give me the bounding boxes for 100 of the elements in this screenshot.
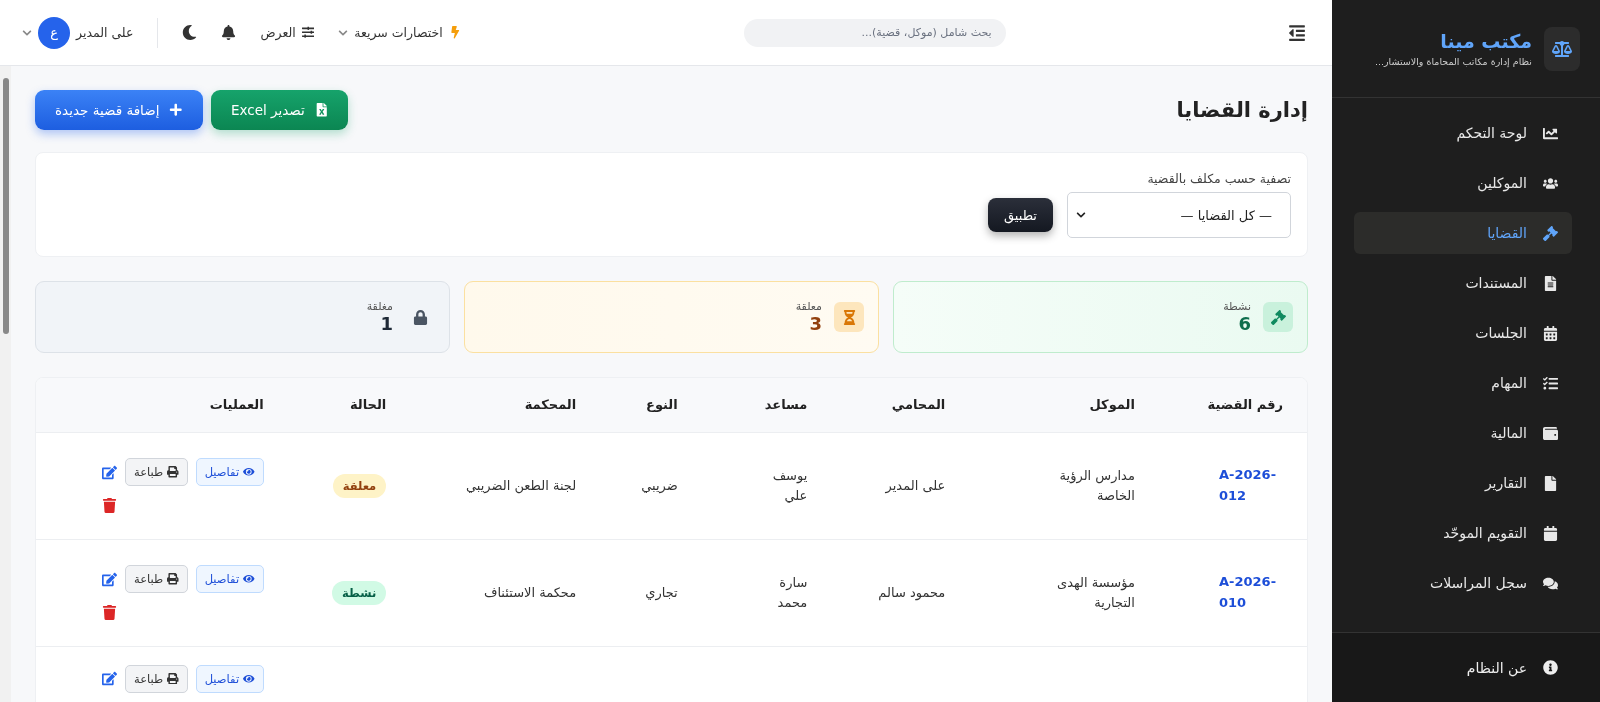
scrollbar[interactable] (0, 66, 11, 702)
spreadsheet-icon (314, 103, 329, 117)
assistant-cell-text: يوسف علي (771, 467, 808, 505)
type-cell-text: ضريبي (641, 476, 678, 496)
edit-icon[interactable] (102, 671, 117, 686)
add-case-button[interactable]: إضافة قضية جديدة (35, 90, 203, 130)
view-button[interactable]: العرض (260, 25, 315, 40)
chat-icon (1543, 575, 1558, 591)
brand-subtitle: نظام إدارة مكاتب المحاماة والاستشار... (1374, 56, 1532, 67)
plus-icon (169, 103, 183, 117)
nav-item[interactable]: سجل المراسلات (1354, 562, 1572, 604)
calendar-icon (1543, 525, 1558, 541)
caret-icon (338, 27, 349, 38)
nav-label: المالية (1490, 425, 1527, 441)
nav-label: سجل المراسلات (1430, 575, 1527, 591)
court-cell-text: لجنة الطعن الضريبي (465, 476, 577, 496)
print-button[interactable]: طباعة (125, 458, 188, 486)
search-field[interactable]: بحث شامل (موكل، قضية)... (743, 18, 1006, 47)
user-menu[interactable]: على المدير ع (22, 16, 134, 49)
bell-icon[interactable] (221, 25, 237, 40)
eye-icon (243, 573, 255, 585)
shortcuts-menu[interactable]: اختصارات سريعة (338, 25, 462, 40)
printer-icon (167, 573, 179, 585)
stat-value: 6 (1237, 313, 1251, 334)
type-cell-text: تجاري (645, 583, 678, 603)
column-header: رقم القضية (1158, 378, 1307, 432)
nav-label: لوحة التحكم (1456, 125, 1527, 141)
nav-item[interactable]: الموكلين (1354, 162, 1572, 204)
nav-label: القضايا (1487, 225, 1527, 241)
court-cell-text: محكمة الاستئناف (483, 583, 577, 602)
details-button[interactable]: تفاصيل (195, 664, 264, 693)
moon-icon[interactable] (182, 25, 198, 40)
nav-label: الجلسات (1475, 325, 1527, 341)
status-badge: معلقة (332, 473, 387, 498)
stat-label: معلقة (795, 300, 822, 313)
nav-item[interactable]: المالية (1354, 412, 1572, 454)
edit-icon[interactable] (102, 571, 117, 587)
trash-icon[interactable] (102, 605, 117, 620)
caret-icon (1076, 210, 1086, 220)
client-cell-text: مؤسسة الهدى التجارية (1056, 574, 1135, 612)
printer-icon (167, 466, 179, 478)
column-header: العمليات (36, 378, 288, 432)
user-avatar: ع (38, 16, 70, 49)
nav-label: المستندات (1465, 275, 1527, 291)
gavel-icon (1543, 225, 1558, 241)
eye-icon (243, 466, 255, 478)
nav-item[interactable]: التقويم الموحّد (1354, 512, 1572, 554)
sliders-icon (301, 26, 315, 39)
scales-icon (1544, 26, 1580, 71)
page-title: إدارة القضايا (1176, 98, 1308, 122)
client-cell-text: مدارس الرؤية الخاصة (1058, 467, 1135, 505)
case-number-link[interactable]: A-2026-012 (1219, 464, 1283, 507)
gavel-icon (1263, 302, 1293, 332)
bolt-icon (448, 26, 462, 39)
assistant-cell-text: سارة محمد (776, 574, 808, 612)
calendar-icon (1543, 325, 1558, 341)
checklist-icon (1543, 375, 1558, 391)
nav-item[interactable]: القضايا (1354, 212, 1572, 254)
users-icon (1543, 175, 1558, 191)
column-header: النوع (600, 378, 702, 432)
column-header: مساعد (701, 378, 832, 432)
nav-item[interactable]: لوحة التحكم (1354, 112, 1572, 154)
about-item[interactable]: عن النظام (1332, 632, 1600, 702)
filter-select[interactable]: — كل القضايا — (1067, 192, 1291, 238)
case-number-link[interactable]: A-2026-010 (1219, 571, 1283, 614)
menu-icon[interactable] (1288, 23, 1306, 42)
filter-label: تصفية حسب مكلف بالقضية (1146, 171, 1291, 186)
chart-icon (1543, 125, 1558, 141)
column-header: الحالة (287, 378, 411, 432)
info-icon (1543, 660, 1558, 675)
nav-item[interactable]: التقارير (1354, 462, 1572, 504)
export-button[interactable]: تصدير Excel (210, 90, 349, 130)
brand-title: مكتب مينا (1439, 30, 1532, 52)
stat-value: 3 (808, 313, 822, 334)
nav-item[interactable]: المستندات (1354, 262, 1572, 304)
nav-label: التقويم الموحّد (1443, 525, 1527, 541)
edit-icon[interactable] (102, 464, 117, 480)
lawyer-cell-text: على المدير (885, 476, 946, 496)
nav-label: التقارير (1484, 475, 1527, 491)
apply-button[interactable]: تطبيق (988, 198, 1053, 232)
nav-label: المهام (1491, 375, 1527, 391)
eye-icon (243, 672, 255, 685)
stat-label: نشطة (1223, 300, 1251, 313)
nav-item[interactable]: الجلسات (1354, 312, 1572, 354)
details-button[interactable]: تفاصيل (195, 565, 264, 593)
column-header: الموكل (969, 378, 1159, 432)
nav-label: الموكلين (1477, 175, 1527, 191)
about-label: عن النظام (1466, 659, 1527, 676)
print-button[interactable]: طباعة (125, 664, 188, 693)
file-icon (1543, 475, 1558, 491)
printer-icon (167, 672, 179, 685)
caret-icon (22, 27, 32, 38)
stat-value: 1 (379, 313, 393, 334)
lawyer-cell-text: محمود سالم (878, 583, 946, 603)
nav-item[interactable]: المهام (1354, 362, 1572, 404)
details-button[interactable]: تفاصيل (195, 458, 264, 486)
print-button[interactable]: طباعة (125, 565, 188, 593)
column-header: المحامي (831, 378, 970, 432)
hourglass-icon (834, 302, 864, 332)
trash-icon[interactable] (102, 498, 117, 513)
